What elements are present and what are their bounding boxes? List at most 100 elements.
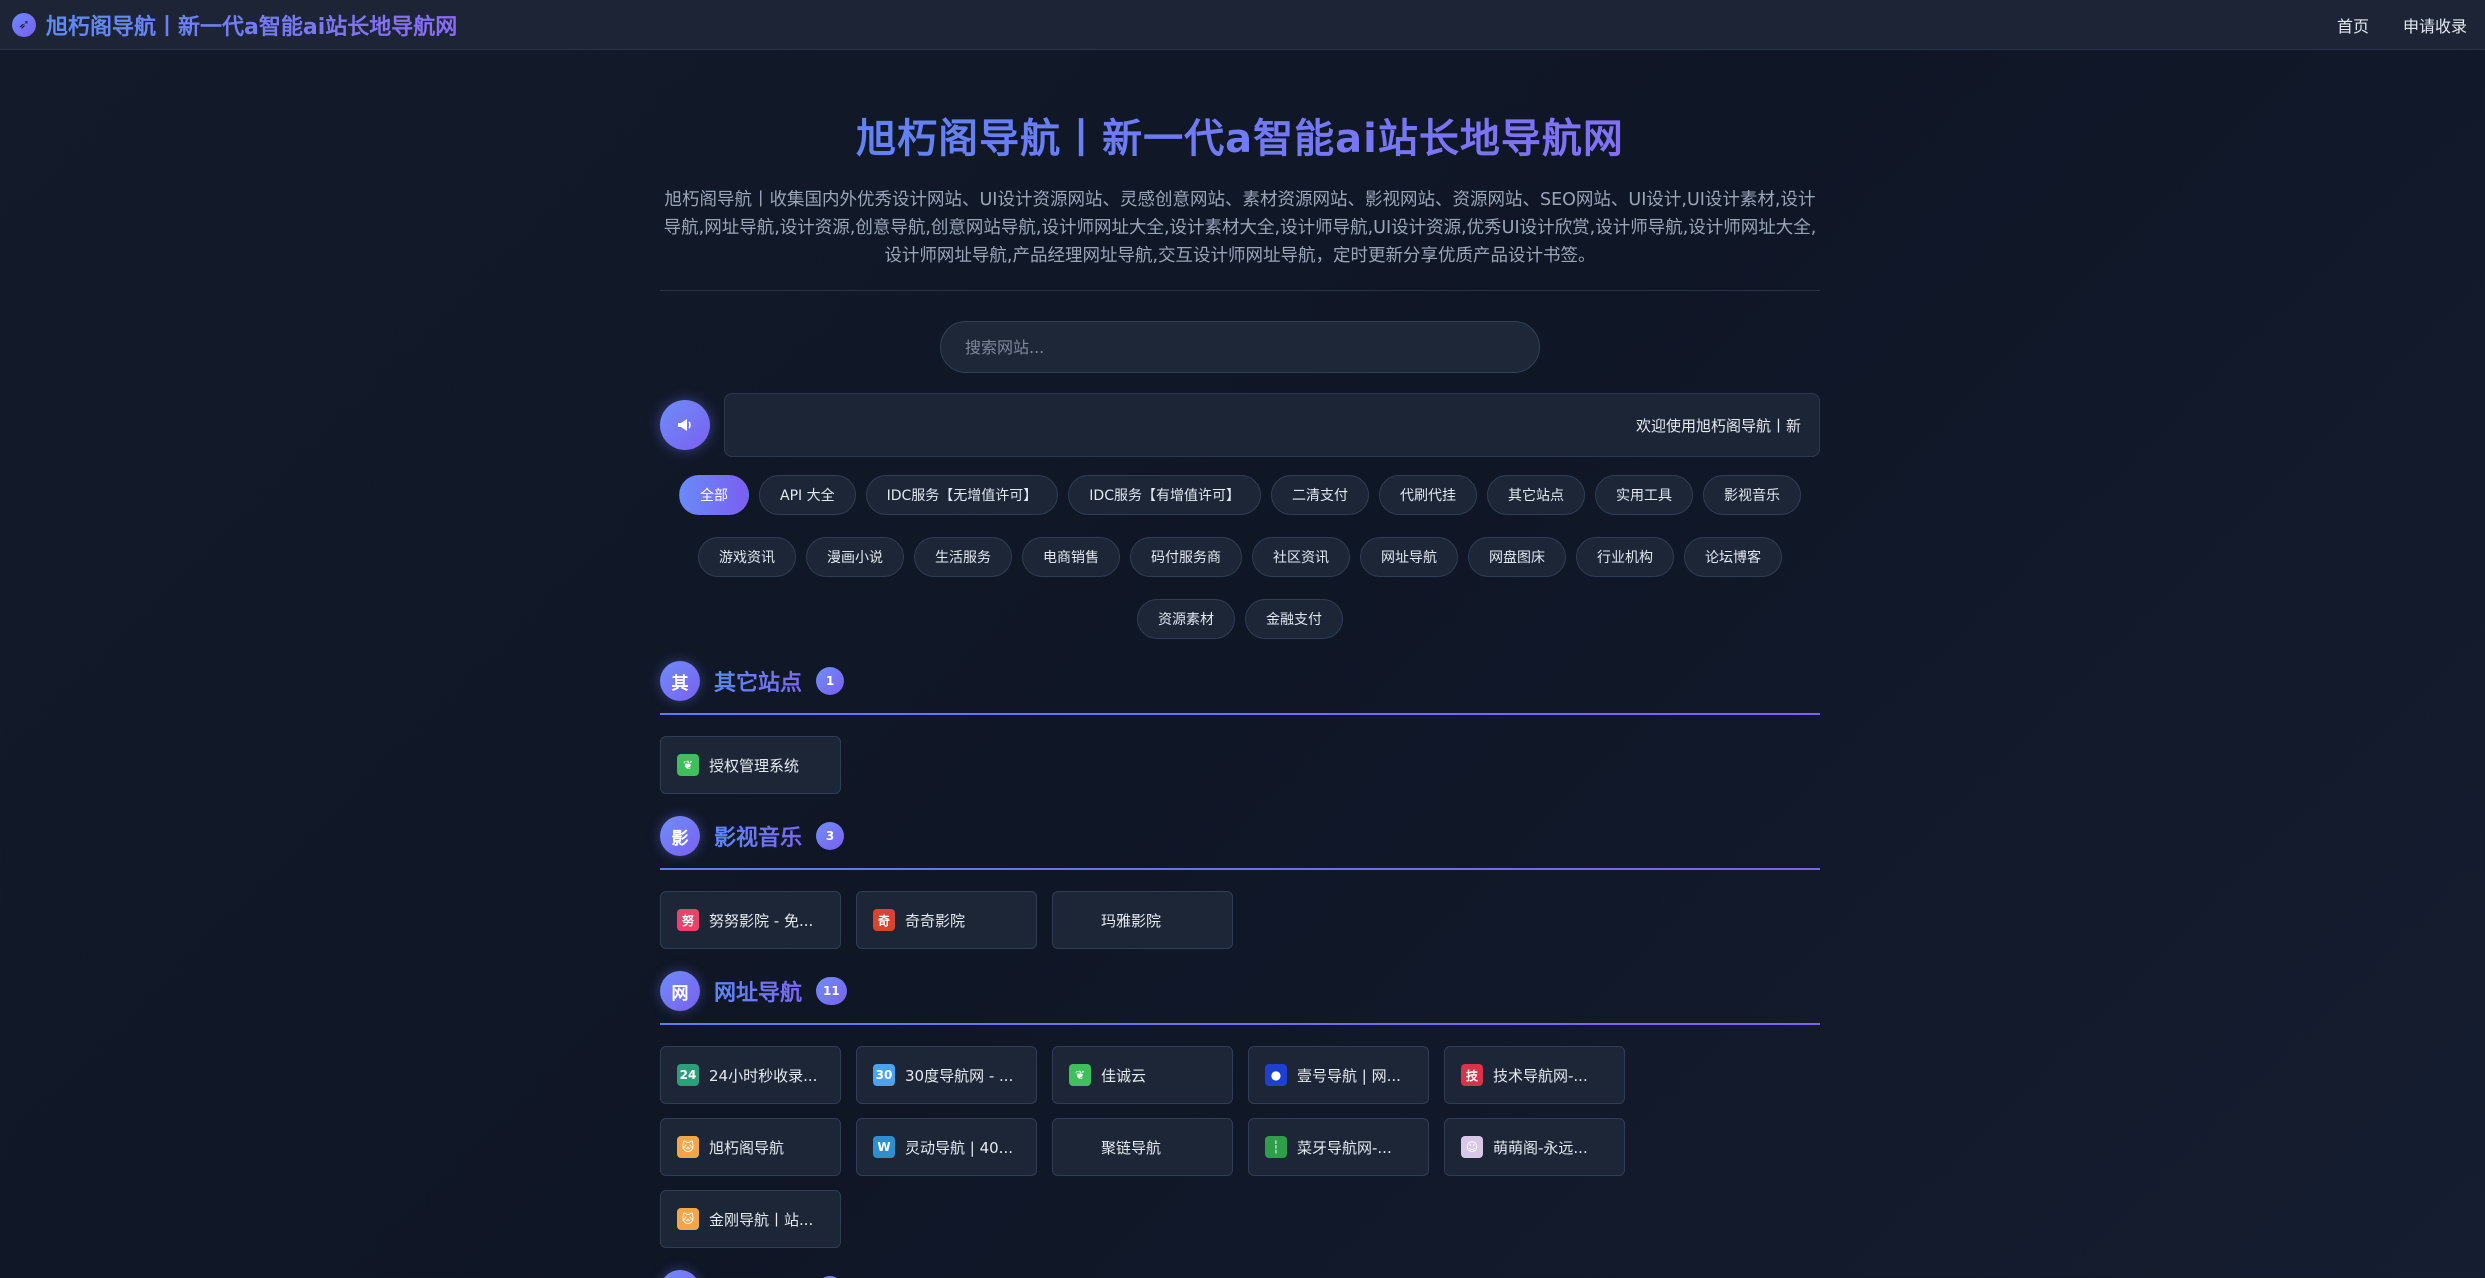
site-name: 金刚导航丨站... bbox=[709, 1210, 814, 1229]
site-name: 奇奇影院 bbox=[905, 911, 966, 930]
site-name: 技术导航网-... bbox=[1493, 1066, 1588, 1085]
brand[interactable]: ➶ 旭朽阁导航丨新一代a智能ai站长地导航网 bbox=[12, 9, 457, 41]
site-name: 菜牙导航网-... bbox=[1297, 1138, 1392, 1157]
category-chip[interactable]: IDC服务【有增值许可】 bbox=[1068, 475, 1261, 515]
page-title: 旭朽阁导航丨新一代a智能ai站长地导航网 bbox=[660, 106, 1820, 164]
site-card[interactable]: W 灵动导航 | 40... bbox=[856, 1118, 1037, 1176]
tech-logo-icon: 技 bbox=[1461, 1064, 1483, 1086]
nav-submit-link[interactable]: 申请收录 bbox=[2403, 13, 2467, 37]
blank-icon bbox=[1069, 909, 1091, 931]
blank-icon bbox=[1069, 1136, 1091, 1158]
site-card[interactable]: 🐱 旭朽阁导航 bbox=[660, 1118, 841, 1176]
leaf-icon: ❦ bbox=[677, 754, 699, 776]
site-card[interactable]: ❦ 授权管理系统 bbox=[660, 736, 841, 794]
section-header: 网网盘图床2 bbox=[660, 1270, 1820, 1278]
category-chip[interactable]: 行业机构 bbox=[1576, 537, 1674, 577]
section-title: 网址导航 bbox=[714, 975, 802, 1007]
category-chip[interactable]: 漫画小说 bbox=[806, 537, 904, 577]
main-container: 旭朽阁导航丨新一代a智能ai站长地导航网 旭朽阁导航丨收集国内外优秀设计网站、U… bbox=[660, 50, 1820, 1278]
category-section: 网网盘图床2 bbox=[660, 1270, 1820, 1278]
category-chip[interactable]: 电商销售 bbox=[1022, 537, 1120, 577]
site-card[interactable]: 🐱 金刚导航丨站... bbox=[660, 1190, 841, 1248]
cat-logo-icon: 🐱 bbox=[677, 1208, 699, 1230]
top-nav-links: 首页 申请收录 bbox=[2337, 13, 2467, 37]
category-section: 影影视音乐 3 努努努影院 - 免... 奇奇奇影院 玛雅影院 bbox=[660, 816, 1820, 949]
site-card[interactable]: 30 30度导航网 - ... bbox=[856, 1046, 1037, 1104]
category-chip[interactable]: 其它站点 bbox=[1486, 475, 1585, 515]
anime-avatar-icon: ☺ bbox=[1461, 1136, 1483, 1158]
site-card[interactable]: ❦ 佳诚云 bbox=[1052, 1046, 1233, 1104]
category-chip[interactable]: 论坛博客 bbox=[1684, 537, 1782, 577]
section-header: 网网址导航 11 bbox=[660, 971, 1820, 1011]
section-underline bbox=[660, 1023, 1820, 1025]
category-chip[interactable]: 实用工具 bbox=[1594, 475, 1693, 515]
section-letter-icon: 网 bbox=[660, 971, 700, 1011]
top-navbar: ➶ 旭朽阁导航丨新一代a智能ai站长地导航网 首页 申请收录 bbox=[0, 0, 2485, 50]
site-name: 努努影院 - 免... bbox=[709, 911, 814, 930]
site-grid: 24 24小时秒收录... 30 30度导航网 - ... ❦ 佳诚云 ● 壹号导航 | 网.… bbox=[660, 1046, 1820, 1248]
site-card[interactable]: 聚链导航 bbox=[1052, 1118, 1233, 1176]
site-card[interactable]: 玛雅影院 bbox=[1052, 891, 1233, 949]
globe-icon: ● bbox=[1265, 1064, 1287, 1086]
site-name: 旭朽阁导航 bbox=[709, 1138, 785, 1157]
site-grid: ❦ 授权管理系统 bbox=[660, 736, 1820, 794]
category-chip[interactable]: API 大全 bbox=[759, 475, 856, 515]
category-chip[interactable]: 游戏资讯 bbox=[698, 537, 796, 577]
site-card[interactable]: ☺ 萌萌阁-永远... bbox=[1444, 1118, 1625, 1176]
notice-text: 欢迎使用旭朽阁导航丨新 bbox=[1635, 416, 1801, 435]
site-card[interactable]: 努努努影院 - 免... bbox=[660, 891, 841, 949]
site-card[interactable]: ┆ 菜牙导航网-... bbox=[1248, 1118, 1429, 1176]
section-count-badge: 3 bbox=[816, 822, 845, 850]
section-count-badge: 11 bbox=[816, 977, 847, 1005]
30du-logo-icon: 30 bbox=[873, 1064, 895, 1086]
category-chip[interactable]: 生活服务 bbox=[914, 537, 1012, 577]
section-letter-icon: 影 bbox=[660, 816, 700, 856]
section-underline bbox=[660, 868, 1820, 870]
site-name: 佳诚云 bbox=[1101, 1066, 1147, 1085]
category-chip[interactable]: 网址导航 bbox=[1360, 537, 1458, 577]
24h-logo-icon: 24 bbox=[677, 1064, 699, 1086]
section-title: 影视音乐 bbox=[714, 820, 802, 852]
category-chip[interactable]: IDC服务【无增值许可】 bbox=[865, 475, 1059, 515]
notice-bar: 欢迎使用旭朽阁导航丨新 bbox=[660, 393, 1820, 457]
section-title: 其它站点 bbox=[714, 665, 802, 697]
site-name: 灵动导航 | 40... bbox=[905, 1138, 1013, 1157]
sections: 其其它站点 1 ❦ 授权管理系统影影视音乐 3 努努努影院 - 免... 奇奇奇影院 玛雅影院… bbox=[660, 661, 1820, 1278]
site-name: 萌萌阁-永远... bbox=[1493, 1138, 1588, 1157]
category-chip[interactable]: 社区资讯 bbox=[1252, 537, 1350, 577]
site-grid: 努努努影院 - 免... 奇奇奇影院 玛雅影院 bbox=[660, 891, 1820, 949]
category-chip[interactable]: 二清支付 bbox=[1270, 475, 1369, 515]
search-wrap bbox=[660, 321, 1820, 373]
site-card[interactable]: 奇奇奇影院 bbox=[856, 891, 1037, 949]
page-description: 旭朽阁导航丨收集国内外优秀设计网站、UI设计资源网站、灵感创意网站、素材资源网站… bbox=[663, 190, 1817, 266]
section-letter-icon: 网 bbox=[660, 1270, 700, 1278]
category-chip[interactable]: 全部 bbox=[679, 475, 749, 515]
category-chip[interactable]: 影视音乐 bbox=[1702, 475, 1801, 515]
qiqi-logo-icon: 奇 bbox=[873, 909, 895, 931]
nav-home-link[interactable]: 首页 bbox=[2337, 13, 2369, 37]
section-letter-icon: 其 bbox=[660, 661, 700, 701]
category-chip[interactable]: 网盘图床 bbox=[1468, 537, 1566, 577]
site-name: 授权管理系统 bbox=[709, 756, 800, 775]
site-card[interactable]: ● 壹号导航 | 网... bbox=[1248, 1046, 1429, 1104]
megaphone-icon[interactable] bbox=[660, 400, 710, 450]
section-title: 网盘图床 bbox=[714, 1274, 802, 1278]
category-chip[interactable]: 代刷代挂 bbox=[1378, 475, 1477, 515]
site-name: 30度导航网 - ... bbox=[905, 1066, 1014, 1085]
category-filter: 全部 API 大全 IDC服务【无增值许可】 IDC服务【有增值许可】 二清支付 代刷代挂… bbox=[660, 475, 1820, 639]
nunu-logo-icon: 努 bbox=[677, 909, 699, 931]
cat-logo-icon: 🐱 bbox=[677, 1136, 699, 1158]
site-card[interactable]: 24 24小时秒收录... bbox=[660, 1046, 841, 1104]
leaf-icon: ❦ bbox=[1069, 1064, 1091, 1086]
site-card[interactable]: 技技术导航网-... bbox=[1444, 1046, 1625, 1104]
category-section: 其其它站点 1 ❦ 授权管理系统 bbox=[660, 661, 1820, 794]
brand-title: 旭朽阁导航丨新一代a智能ai站长地导航网 bbox=[46, 9, 457, 41]
search-input[interactable] bbox=[940, 321, 1540, 373]
section-header: 影影视音乐 3 bbox=[660, 816, 1820, 856]
category-section: 网网址导航 11 24 24小时秒收录... 30 30度导航网 - ... ❦ 佳诚云 ● 壹号… bbox=[660, 971, 1820, 1248]
category-chip[interactable]: 金融支付 bbox=[1245, 599, 1343, 639]
compass-icon: ➶ bbox=[12, 12, 36, 37]
section-underline bbox=[660, 713, 1820, 715]
category-chip[interactable]: 资源素材 bbox=[1137, 599, 1235, 639]
category-chip[interactable]: 码付服务商 bbox=[1130, 537, 1242, 577]
